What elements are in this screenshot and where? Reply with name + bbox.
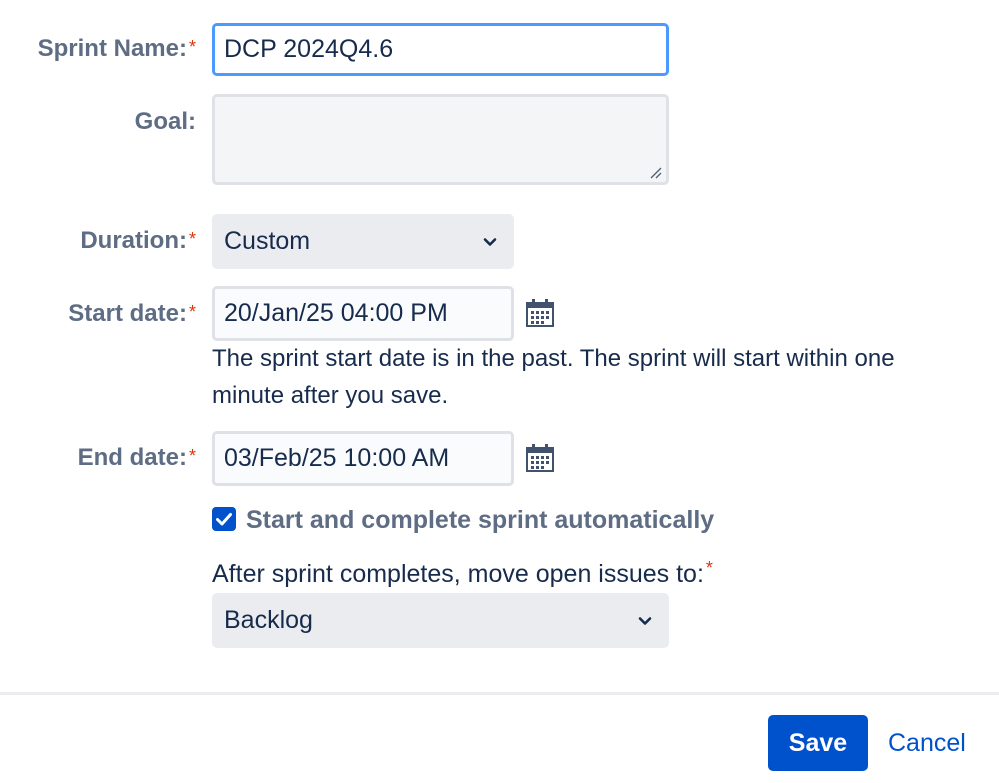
- goal-label: Goal:: [134, 108, 196, 135]
- chevron-down-icon: [638, 616, 652, 625]
- cancel-button[interactable]: Cancel: [880, 715, 974, 771]
- sprint-name-label: Sprint Name: *: [37, 35, 196, 62]
- required-mark: *: [188, 446, 196, 466]
- start-date-help-text: The sprint start date is in the past. Th…: [212, 345, 895, 409]
- required-mark: *: [188, 302, 196, 322]
- move-issues-select[interactable]: Backlog: [212, 593, 669, 648]
- start-date-input[interactable]: [212, 286, 514, 341]
- calendar-icon[interactable]: [525, 298, 555, 328]
- chevron-down-icon: [483, 237, 497, 246]
- calendar-icon[interactable]: [525, 443, 555, 473]
- duration-select[interactable]: Custom: [212, 214, 514, 269]
- required-mark: *: [705, 558, 713, 578]
- sprint-name-input[interactable]: [212, 23, 669, 76]
- checkmark-icon: [216, 513, 232, 526]
- auto-sprint-label[interactable]: Start and complete sprint automatically: [246, 506, 714, 535]
- required-mark: *: [188, 37, 196, 57]
- end-date-label: End date: *: [77, 444, 196, 471]
- duration-selected-value: Custom: [224, 227, 311, 255]
- move-issues-selected-value: Backlog: [224, 606, 313, 634]
- auto-sprint-checkbox[interactable]: [212, 507, 236, 531]
- required-mark: *: [188, 229, 196, 249]
- goal-textarea[interactable]: [212, 94, 669, 185]
- duration-label: Duration: *: [80, 227, 196, 254]
- end-date-input[interactable]: [212, 431, 514, 486]
- save-button[interactable]: Save: [768, 715, 868, 771]
- footer-divider: [0, 692, 999, 695]
- start-date-label: Start date: *: [68, 300, 196, 327]
- move-issues-label: After sprint completes, move open issues…: [212, 558, 713, 588]
- resize-handle-icon[interactable]: [650, 167, 662, 179]
